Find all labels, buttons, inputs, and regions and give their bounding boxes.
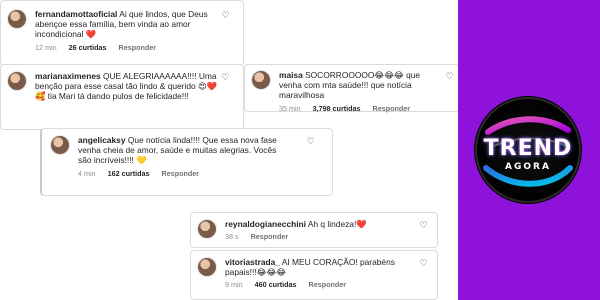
- comment-card: marianaximenes QUE ALEGRIAAAAAA!!!! Uma …: [0, 64, 244, 130]
- reply-button[interactable]: Responder: [373, 104, 411, 113]
- reply-button[interactable]: Responder: [251, 232, 289, 241]
- like-heart-icon[interactable]: ♡: [221, 11, 230, 20]
- trend-agora-logo: TREND AGORA: [470, 92, 586, 208]
- logo-sub-text: AGORA: [505, 162, 551, 172]
- comment-username[interactable]: angelicaksy: [78, 135, 126, 145]
- reply-button[interactable]: Responder: [309, 280, 347, 289]
- comment-username[interactable]: fernandamottaoficial: [35, 9, 117, 19]
- like-heart-icon[interactable]: ♡: [419, 221, 428, 230]
- comment-card: reynaldogianecchini Ah q lindeza!❤️ 38 s…: [190, 212, 438, 248]
- like-heart-icon[interactable]: ♡: [419, 259, 428, 268]
- comment-username[interactable]: marianaximenes: [35, 71, 101, 81]
- comment-card: angelicaksy Que notícia linda!!!! Que es…: [40, 128, 333, 196]
- comment-likes[interactable]: 26 curtidas: [69, 43, 107, 52]
- comment-username[interactable]: maisa: [279, 70, 303, 80]
- avatar[interactable]: [197, 219, 217, 239]
- comment-time: 12 min: [35, 42, 57, 52]
- comment-username[interactable]: vitoriastrada_: [225, 257, 280, 267]
- comment-card: maisa SOCORROOOOO😂😂😂 que venha com mta s…: [244, 64, 458, 113]
- comment-username[interactable]: reynaldogianecchini: [225, 219, 306, 229]
- like-heart-icon[interactable]: ♡: [221, 73, 230, 82]
- comment-likes[interactable]: 162 curtidas: [108, 169, 150, 178]
- comment-time: 35 min: [279, 103, 301, 113]
- avatar[interactable]: [50, 135, 70, 155]
- reply-button[interactable]: Responder: [119, 43, 157, 52]
- comment-card: fernandamottaoficial Ai que lindos, que …: [0, 0, 244, 66]
- comment-time: 38 s: [225, 232, 239, 242]
- like-heart-icon[interactable]: ♡: [445, 72, 454, 81]
- comments-panel: fernandamottaoficial Ai que lindos, que …: [0, 0, 458, 300]
- like-heart-icon[interactable]: ♡: [306, 137, 315, 146]
- logo-main-text: TREND: [483, 136, 573, 161]
- comment-card: vitoriastrada_ AI MEU CORAÇÃO! parabéns …: [190, 250, 438, 300]
- reply-button[interactable]: Responder: [162, 169, 200, 178]
- comment-time: 4 min: [78, 168, 96, 178]
- comment-text: Ah q lindeza!❤️: [307, 219, 367, 229]
- comment-time: 9 min: [225, 280, 243, 290]
- avatar[interactable]: [197, 257, 217, 277]
- avatar[interactable]: [7, 9, 27, 29]
- comment-likes[interactable]: 460 curtidas: [255, 280, 297, 289]
- avatar[interactable]: [7, 71, 27, 91]
- comment-likes[interactable]: 3,798 curtidas: [313, 104, 361, 113]
- avatar[interactable]: [251, 70, 271, 90]
